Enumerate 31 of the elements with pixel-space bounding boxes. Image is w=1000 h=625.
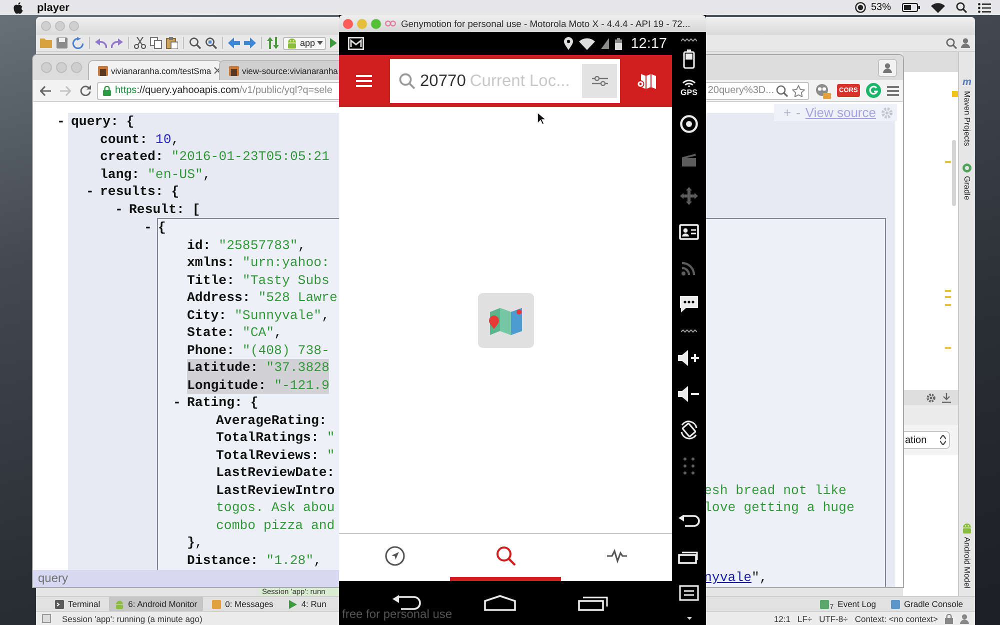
code-line: Title: "Tasty Subs — [187, 272, 330, 289]
code-line: created: "2016-01-23T05:05:21 — [100, 148, 330, 166]
code-line: combo pizza and — [216, 516, 335, 534]
code-line: LastReviewIntro — [216, 482, 335, 499]
code-line: Distance: "1.28", — [187, 552, 322, 569]
code-line-fragment: love getting a huge — [704, 499, 854, 516]
code-line: Rating: { — [187, 394, 258, 412]
status-message: Session 'app': running (a minute ago) — [62, 614, 202, 624]
clock: 12:17 — [630, 36, 667, 52]
code-line: count: 10, — [100, 130, 180, 148]
code-line: xmlns: "urn:yahoo: — [187, 254, 330, 272]
code-line: LastReviewDate: — [216, 464, 335, 482]
code-line: Result: [ — [129, 200, 200, 218]
code-line: TotalRatings: " — [216, 429, 335, 446]
code-line: query: { — [71, 113, 134, 130]
code-line: { — [158, 219, 166, 236]
watermark-notice: free for personal use — [342, 607, 452, 621]
code-line: Phone: "(408) 738- — [187, 342, 330, 359]
code-line: City: "Sunnyvale", — [187, 306, 330, 324]
code-line: }, — [187, 534, 203, 552]
code-line-fragment: ", — [751, 569, 768, 586]
window-title: Genymotion for personal use - Motorola Moto X - 4.4.4 - API 19 - 72... — [401, 18, 690, 29]
code-line: id: "25857783", — [187, 236, 306, 254]
code-line: Address: "528 Lawre — [187, 289, 338, 306]
battery-percentage: 53% — [870, 2, 891, 13]
code-line: results: { — [100, 183, 180, 200]
code-line: AverageRating: — [216, 412, 327, 429]
code-line: TotalReviews: " — [216, 446, 335, 464]
code-line: lang: "en-US", — [100, 166, 211, 183]
code-line: togos. Ask abou — [216, 499, 335, 516]
code-line: State: "CA", — [187, 324, 282, 342]
